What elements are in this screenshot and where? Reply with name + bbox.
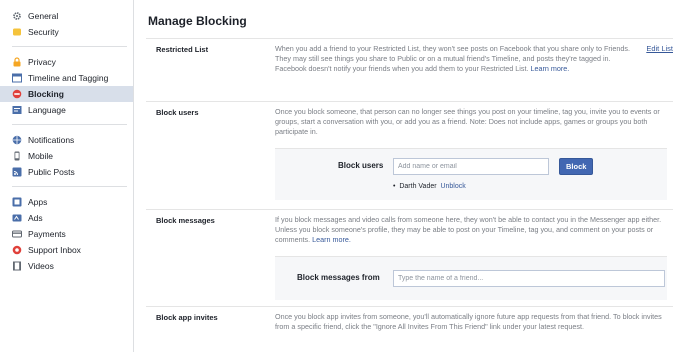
restricted-learn-more-link[interactable]: Learn more. — [530, 64, 569, 73]
sidebar-item-label: Notifications — [28, 135, 75, 145]
gear-icon — [12, 11, 22, 21]
globe-icon — [12, 135, 22, 145]
block-users-title: Block users — [156, 108, 199, 117]
sidebar-item-security[interactable]: Security — [0, 24, 133, 40]
sidebar-item-label: Security — [28, 27, 59, 37]
sidebar-item-privacy[interactable]: Privacy — [0, 54, 133, 70]
sidebar-item-label: Mobile — [28, 151, 54, 161]
mobile-icon — [12, 151, 22, 161]
block-button[interactable]: Block — [559, 158, 594, 175]
ads-icon — [12, 213, 22, 223]
sidebar-item-ads[interactable]: Ads — [0, 210, 133, 226]
restricted-list-description: When you add a friend to your Restricted… — [275, 44, 635, 74]
lock-icon — [12, 57, 22, 67]
restricted-list-text: When you add a friend to your Restricted… — [275, 44, 630, 73]
payments-icon — [12, 229, 22, 239]
block-messages-row: Block messages If you block messages and… — [146, 209, 673, 303]
video-icon — [12, 261, 22, 271]
blocked-user-item: • Darth Vader Unblock — [393, 183, 466, 190]
restricted-list-title: Restricted List — [156, 45, 209, 54]
block-messages-description: If you block messages and video calls fr… — [275, 215, 667, 245]
sidebar-item-label: Apps — [28, 197, 48, 207]
block-messages-input[interactable] — [393, 270, 665, 287]
sidebar-item-blocking[interactable]: Blocking — [0, 86, 133, 102]
sidebar-item-public-posts[interactable]: Public Posts — [0, 164, 133, 180]
sidebar-item-notifications[interactable]: Notifications — [0, 132, 133, 148]
apps-icon — [12, 197, 22, 207]
block-app-invites-title: Block app invites — [156, 313, 218, 322]
sidebar-item-apps[interactable]: Apps — [0, 194, 133, 210]
sidebar-item-support-inbox[interactable]: Support Inbox — [0, 242, 133, 258]
sidebar-item-language[interactable]: Language — [0, 102, 133, 118]
sidebar-item-label: Ads — [28, 213, 43, 223]
language-icon — [12, 105, 22, 115]
block-messages-label: Block messages from — [297, 273, 380, 282]
restricted-list-row: Restricted List When you add a friend to… — [146, 38, 673, 96]
block-messages-title: Block messages — [156, 216, 215, 225]
blocked-user-name: Darth Vader — [399, 183, 437, 190]
page-title: Manage Blocking — [148, 14, 247, 28]
sidebar-item-label: Public Posts — [28, 167, 75, 177]
rss-icon — [12, 167, 22, 177]
sidebar-divider — [12, 124, 127, 125]
block-messages-learn-more-link[interactable]: Learn more. — [312, 235, 351, 244]
block-messages-form: Block messages from — [275, 256, 667, 300]
sidebar-item-label: Support Inbox — [28, 245, 81, 255]
sidebar-item-payments[interactable]: Payments — [0, 226, 133, 242]
edit-list-link[interactable]: Edit List — [646, 44, 673, 53]
sidebar-divider — [12, 46, 127, 47]
sidebar-item-mobile[interactable]: Mobile — [0, 148, 133, 164]
sidebar-divider — [12, 186, 127, 187]
block-users-description: Once you block someone, that person can … — [275, 107, 660, 136]
timeline-icon — [12, 73, 22, 83]
unblock-link[interactable]: Unblock — [440, 183, 465, 190]
block-app-invites-row: Block app invites Once you block app inv… — [146, 306, 673, 352]
support-icon — [12, 245, 22, 255]
manage-blocking-panel: Manage Blocking Restricted List When you… — [146, 0, 673, 352]
block-users-label: Block users — [338, 161, 384, 170]
sidebar-item-label: Videos — [28, 261, 54, 271]
block-app-invites-description: Once you block app invites from someone,… — [275, 312, 662, 331]
sidebar-item-timeline-and-tagging[interactable]: Timeline and Tagging — [0, 70, 133, 86]
sidebar-item-general[interactable]: General — [0, 8, 133, 24]
sidebar-item-label: Language — [28, 105, 66, 115]
settings-sidebar: General Security Privacy Timeline and Taggi… — [0, 0, 134, 352]
shield-icon — [12, 27, 22, 37]
block-users-input[interactable] — [393, 158, 549, 175]
sidebar-item-label: Payments — [28, 229, 66, 239]
sidebar-item-label: Timeline and Tagging — [28, 73, 109, 83]
sidebar-item-videos[interactable]: Videos — [0, 258, 133, 274]
sidebar-item-label: General — [28, 11, 59, 21]
block-icon — [12, 89, 22, 99]
block-users-row: Block users Once you block someone, that… — [146, 101, 673, 205]
sidebar-item-label: Blocking — [28, 89, 64, 99]
sidebar-item-label: Privacy — [28, 57, 56, 67]
block-users-form: Block users Block • Darth Vader Unblock — [275, 148, 667, 200]
